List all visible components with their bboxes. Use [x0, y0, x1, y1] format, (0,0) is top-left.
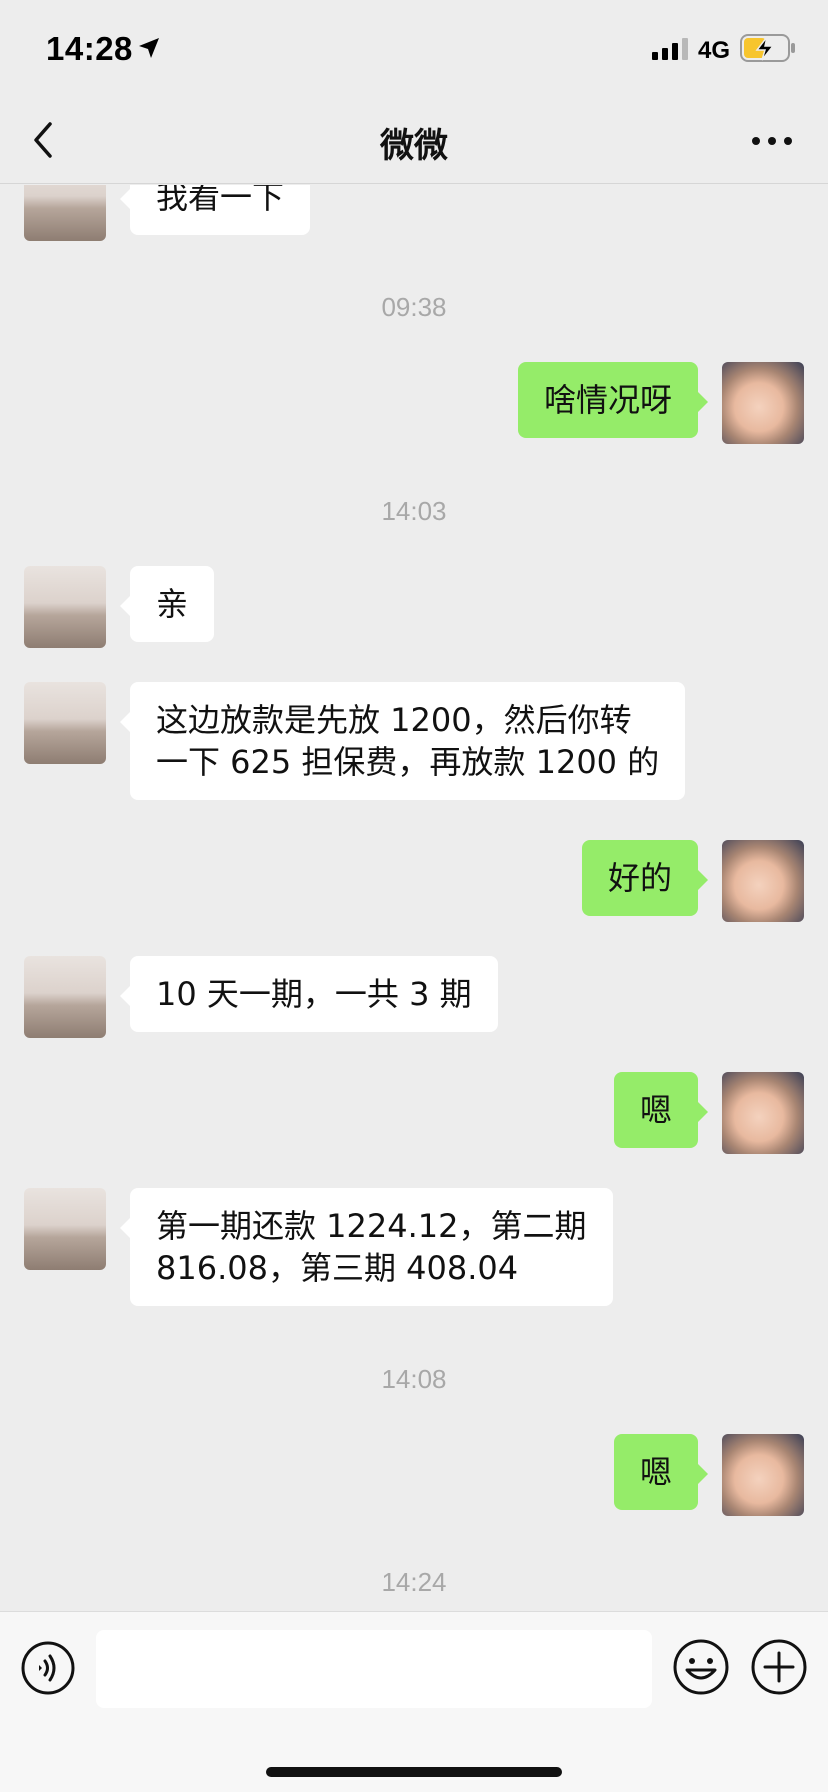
message-timestamp: 14:24	[381, 1567, 447, 1597]
outgoing-message[interactable]: 好的	[581, 840, 709, 916]
my-avatar[interactable]	[722, 840, 804, 922]
cellular-signal-icon	[652, 38, 688, 60]
incoming-message[interactable]: 这边放款是先放 1200，然后你转 一下 625 担保费，再放款 1200 的	[119, 682, 686, 800]
status-bar: 14:28 4G	[0, 0, 828, 96]
home-indicator[interactable]	[266, 1767, 562, 1777]
chat-title: 微微	[380, 126, 448, 166]
contact-avatar[interactable]	[24, 682, 106, 764]
message-timestamp: 14:03	[381, 496, 447, 526]
incoming-message[interactable]: 10 天一期，一共 3 期	[120, 956, 498, 1032]
incoming-message[interactable]: 亲	[119, 566, 215, 642]
plus-icon[interactable]	[750, 1638, 808, 1696]
contact-avatar[interactable]	[24, 566, 106, 648]
contact-avatar[interactable]	[24, 956, 106, 1038]
incoming-message[interactable]: 我看一下	[119, 185, 311, 235]
my-avatar[interactable]	[722, 1434, 804, 1516]
chat-header: 微微	[0, 96, 828, 184]
emoji-icon[interactable]	[672, 1638, 730, 1696]
my-avatar[interactable]	[722, 1072, 804, 1154]
outgoing-message[interactable]: 啥情况呀	[517, 362, 709, 438]
outgoing-message[interactable]: 嗯	[613, 1072, 709, 1148]
input-bar	[0, 1611, 828, 1792]
location-arrow-icon	[139, 38, 159, 58]
network-type: 4G	[698, 37, 731, 64]
message-list[interactable]: 我看一下 09:38 啥情况呀 14:03 亲 这边放款是先放 1200，然后你…	[0, 185, 828, 1611]
message-timestamp: 14:08	[381, 1364, 447, 1394]
battery-charging-icon	[740, 34, 795, 62]
voice-icon[interactable]	[20, 1640, 76, 1696]
contact-avatar[interactable]	[24, 185, 106, 241]
incoming-message[interactable]: 第一期还款 1224.12，第二期 816.08，第三期 408.04	[120, 1188, 613, 1306]
contact-avatar[interactable]	[24, 1188, 106, 1270]
status-time: 14:28	[46, 30, 133, 67]
more-options-button[interactable]	[750, 126, 794, 156]
my-avatar[interactable]	[722, 362, 804, 444]
outgoing-message[interactable]: 嗯	[613, 1434, 709, 1510]
message-timestamp: 09:38	[381, 292, 447, 322]
message-input[interactable]	[96, 1630, 652, 1708]
